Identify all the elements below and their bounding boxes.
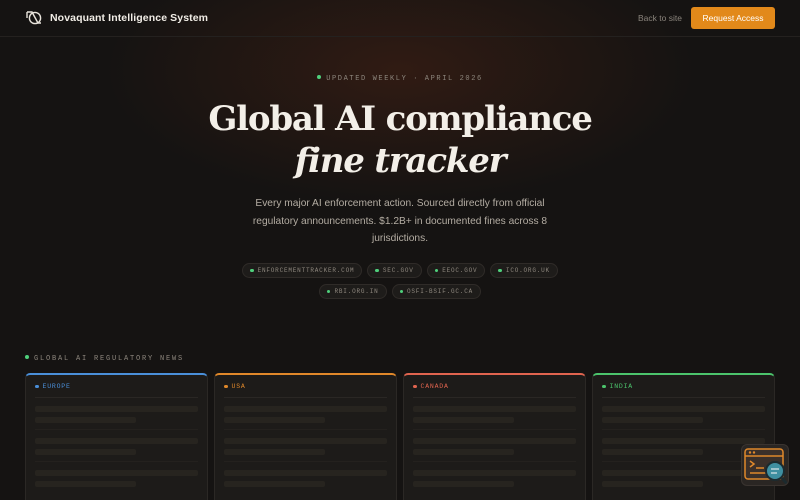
- status-dot-icon: [375, 268, 379, 273]
- region-news-cards: EUROPE USA CANADA INDIA: [25, 373, 775, 500]
- divider: [35, 461, 198, 462]
- divider: [35, 429, 198, 430]
- source-chip[interactable]: RBI.ORG.IN: [318, 284, 387, 299]
- source-chip[interactable]: SEC.GOV: [367, 263, 422, 278]
- loading-skeleton: [413, 406, 576, 487]
- source-chip-label: RBI.ORG.IN: [334, 288, 379, 295]
- skeleton-line: [224, 438, 387, 444]
- region-dot-icon: [224, 384, 228, 389]
- skeleton-line: [35, 449, 137, 455]
- divider: [224, 461, 387, 462]
- skeleton-line: [413, 470, 576, 476]
- region-card-header: INDIA: [602, 383, 765, 398]
- divider: [224, 429, 387, 430]
- skeleton-line: [602, 449, 704, 455]
- source-chip-label: EEOC.GOV: [442, 267, 478, 274]
- region-name: CANADA: [420, 383, 449, 390]
- region-card-header: CANADA: [413, 383, 576, 398]
- brand[interactable]: Novaquant Intelligence System: [25, 10, 208, 26]
- source-chip[interactable]: OSFI-BSIF.GC.CA: [391, 284, 482, 299]
- request-access-button[interactable]: Request Access: [691, 7, 775, 29]
- skeleton-line: [224, 470, 387, 476]
- region-card-header: EUROPE: [35, 383, 198, 398]
- region-name: INDIA: [609, 383, 634, 390]
- status-dot-icon: [434, 268, 439, 273]
- skeleton-line: [413, 449, 515, 455]
- brand-name: Novaquant Intelligence System: [50, 12, 209, 24]
- skeleton-line: [602, 481, 704, 487]
- top-navigation: Novaquant Intelligence System Back to si…: [0, 0, 800, 37]
- back-to-site-link[interactable]: Back to site: [638, 13, 682, 23]
- page-title-line-1: Global AI compliance: [208, 99, 593, 139]
- skeleton-line: [35, 417, 137, 423]
- skeleton-line: [602, 406, 765, 412]
- source-chip-label: ENFORCEMENTTRACKER.COM: [257, 267, 355, 274]
- source-chip[interactable]: ICO.ORG.UK: [490, 263, 558, 278]
- skeleton-line: [413, 417, 515, 423]
- divider: [602, 429, 765, 430]
- skeleton-line: [413, 438, 576, 444]
- source-chips: ENFORCEMENTTRACKER.COM SEC.GOV EEOC.GOV …: [215, 263, 585, 299]
- page-title: Global AI compliance fine tracker: [0, 98, 800, 182]
- news-section-label: GLOBAL AI REGULATORY NEWS: [25, 355, 184, 363]
- divider: [413, 429, 576, 430]
- skeleton-line: [224, 417, 326, 423]
- hero-description: Every major AI enforcement action. Sourc…: [252, 198, 548, 244]
- region-card-usa[interactable]: USA: [214, 373, 397, 500]
- region-card-europe[interactable]: EUROPE: [25, 373, 208, 500]
- update-badge-text: UPDATED WEEKLY · APRIL 2026: [326, 75, 483, 83]
- region-name: USA: [231, 383, 246, 390]
- region-dot-icon: [413, 384, 417, 389]
- loading-skeleton: [35, 406, 198, 487]
- skeleton-line: [35, 438, 198, 444]
- region-name: EUROPE: [42, 383, 71, 390]
- divider: [413, 461, 576, 462]
- news-section-title: GLOBAL AI REGULATORY NEWS: [34, 355, 185, 363]
- update-badge: UPDATED WEEKLY · APRIL 2026: [0, 75, 800, 83]
- region-dot-icon: [35, 384, 39, 389]
- region-dot-icon: [602, 384, 606, 389]
- status-dot-icon: [399, 289, 403, 294]
- region-card-canada[interactable]: CANADA: [403, 373, 586, 500]
- search-document-icon: [744, 448, 788, 485]
- skeleton-line: [35, 470, 198, 476]
- skeleton-line: [224, 449, 326, 455]
- live-dot-icon: [317, 75, 322, 80]
- source-chip-label: SEC.GOV: [382, 267, 414, 274]
- source-chip[interactable]: ENFORCEMENTTRACKER.COM: [242, 263, 363, 278]
- source-chip[interactable]: EEOC.GOV: [426, 263, 486, 278]
- status-dot-icon: [250, 268, 254, 273]
- novaquant-logo-icon: [26, 11, 42, 25]
- source-chip-label: ICO.ORG.UK: [505, 267, 550, 274]
- skeleton-line: [602, 438, 765, 444]
- skeleton-line: [413, 406, 576, 412]
- status-dot-icon: [326, 289, 331, 294]
- skeleton-line: [35, 406, 198, 412]
- skeleton-line: [224, 481, 326, 487]
- skeleton-line: [35, 481, 137, 487]
- region-card-header: USA: [224, 383, 387, 398]
- skeleton-line: [413, 481, 515, 487]
- floating-help-widget[interactable]: [741, 444, 789, 486]
- skeleton-line: [602, 417, 704, 423]
- page-title-line-2: fine tracker: [294, 141, 507, 181]
- live-dot-icon: [25, 355, 29, 360]
- loading-skeleton: [224, 406, 387, 487]
- status-dot-icon: [498, 268, 502, 273]
- skeleton-line: [224, 406, 387, 412]
- source-chip-label: OSFI-BSIF.GC.CA: [407, 288, 474, 295]
